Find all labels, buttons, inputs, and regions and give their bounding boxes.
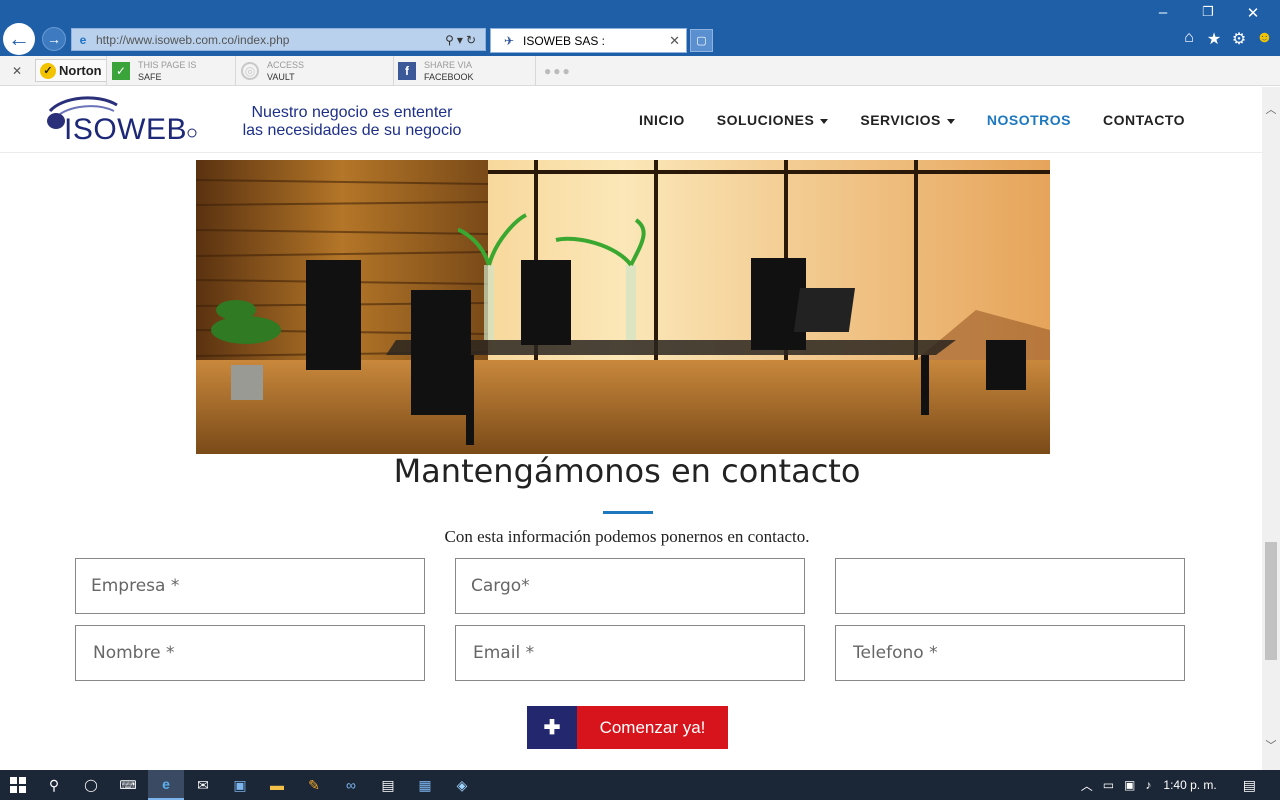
tab-close-icon[interactable]: ✕ [669, 33, 680, 49]
contact-subtitle: Con esta información podemos ponernos en… [444, 527, 810, 546]
email-field[interactable] [455, 625, 805, 681]
toolbar-divider [235, 56, 236, 86]
menu-item-servicios[interactable]: SERVICIOS [860, 112, 955, 128]
app-icon[interactable]: ▣ [222, 770, 258, 800]
close-window-button[interactable]: ✕ [1238, 4, 1268, 22]
favorites-star-icon[interactable]: ★ [1206, 29, 1222, 49]
toolbar-more-icon[interactable]: ●●● [544, 64, 572, 78]
new-tab-button[interactable]: ▢ [690, 29, 713, 52]
tray-chevron-icon[interactable]: ︿ [1081, 777, 1093, 794]
page-scrollbar[interactable]: ︿ ﹀ [1262, 87, 1280, 770]
menu-item-contacto[interactable]: CONTACTO [1103, 112, 1185, 128]
chevron-down-icon [946, 118, 955, 124]
notifications-icon[interactable]: ▤ [1243, 777, 1256, 794]
menu-item-nosotros[interactable]: NOSOTROS [987, 112, 1071, 128]
restore-button[interactable]: ❐ [1193, 4, 1223, 20]
vault-icon: ◎ [241, 62, 259, 80]
cargo-field[interactable] [455, 558, 805, 614]
forward-button[interactable]: → [42, 27, 66, 51]
home-icon[interactable]: ⌂ [1181, 29, 1197, 49]
link-icon[interactable]: ∞ [333, 770, 369, 800]
site-header: ISOWEB Nuestro negocio es ententer las n… [0, 87, 1262, 153]
mail-icon[interactable]: ✉ [185, 770, 221, 800]
ie-favicon-icon: e [79, 32, 87, 47]
office-illustration [196, 160, 1050, 454]
scroll-up-icon[interactable]: ︿ [1262, 101, 1280, 117]
toolbar-divider [393, 56, 394, 86]
cortana-icon[interactable]: ◯ [73, 770, 109, 800]
menu-item-inicio[interactable]: INICIO [639, 112, 685, 128]
site-tagline: Nuestro negocio es ententer las necesida… [232, 104, 472, 140]
facebook-line2: FACEBOOK [424, 72, 474, 82]
menu-item-soluciones[interactable]: SOLUCIONES [717, 112, 829, 128]
tagline-line1: Nuestro negocio es ententer [251, 104, 453, 121]
vault-line1: ACCESS [267, 60, 305, 70]
norton-button[interactable]: ✓ Norton [35, 59, 107, 82]
share-facebook-item[interactable]: f SHARE VIA FACEBOOK [398, 58, 474, 84]
contact-title: Mantengámonos en contacto [393, 452, 861, 490]
chevron-down-icon [820, 118, 829, 124]
norton-check-icon: ✓ [40, 62, 56, 79]
address-url[interactable]: http://www.isoweb.com.co/index.php [96, 33, 445, 47]
tab-favicon-icon: ✈ [503, 33, 515, 48]
telefono-field[interactable] [835, 625, 1185, 681]
safe-line2: SAFE [138, 72, 162, 82]
scroll-down-icon[interactable]: ﹀ [1262, 737, 1280, 753]
plus-icon: ✚ [527, 706, 577, 749]
back-button[interactable]: ← [3, 23, 35, 55]
tagline-line2: las necesidades de su negocio [242, 122, 462, 139]
page-viewport: ISOWEB Nuestro negocio es ententer las n… [0, 87, 1262, 770]
norton-toolbar: ✕ ✓ Norton ✓ THIS PAGE IS SAFE ◎ ACCESS … [0, 56, 1280, 86]
extra-field[interactable] [835, 558, 1185, 614]
search-icon[interactable]: ⚲ [36, 770, 72, 800]
tab-title: ISOWEB SAS : [523, 33, 606, 48]
system-tray: ︿ ▭ ▣ ♪ 1:40 p. m. ▤ [1071, 770, 1280, 800]
norton-label: Norton [59, 63, 102, 78]
main-menu: INICIO SOLUCIONES SERVICIOS NOSOTROS CON… [639, 112, 1217, 128]
battery-icon[interactable]: ▭ [1103, 778, 1114, 792]
title-divider [603, 511, 653, 514]
comenzar-button[interactable]: ✚ Comenzar ya! [527, 706, 728, 749]
green-check-icon: ✓ [112, 62, 130, 80]
volume-icon[interactable]: ♪ [1145, 778, 1151, 792]
tools-gear-icon[interactable]: ⚙ [1231, 29, 1247, 49]
empresa-field[interactable] [75, 558, 425, 614]
browser-right-icons: ⌂ ★ ⚙ ☻ [1181, 29, 1273, 49]
app-icon[interactable]: ▦ [407, 770, 443, 800]
keyboard-icon[interactable]: ⌨ [110, 770, 146, 800]
hero-office-image [196, 160, 1050, 454]
address-bar[interactable]: e http://www.isoweb.com.co/index.php ⚲▾↻ [71, 28, 486, 51]
network-icon[interactable]: ▣ [1124, 778, 1135, 792]
isoweb-logo-graphic: ISOWEB [47, 96, 197, 146]
facebook-line1: SHARE VIA [424, 60, 473, 70]
comenzar-label: Comenzar ya! [577, 706, 728, 749]
nombre-field[interactable] [75, 625, 425, 681]
toolbar-close-icon[interactable]: ✕ [12, 64, 22, 78]
tab-isoweb[interactable]: ✈ ISOWEB SAS : ✕ [490, 28, 687, 53]
scroll-thumb[interactable] [1265, 542, 1277, 660]
vault-line2: VAULT [267, 72, 295, 82]
internet-explorer-icon[interactable]: e [148, 770, 184, 800]
toolbar-divider [106, 56, 107, 86]
clock[interactable]: 1:40 p. m. [1163, 778, 1216, 792]
access-vault-item[interactable]: ◎ ACCESS VAULT [241, 58, 304, 84]
facebook-icon: f [398, 62, 416, 80]
file-explorer-icon[interactable]: ▬ [259, 770, 295, 800]
start-icon[interactable] [0, 770, 36, 800]
toolbar-divider [535, 56, 536, 86]
search-refresh-icons[interactable]: ⚲▾↻ [445, 33, 479, 47]
svg-text:ISOWEB: ISOWEB [64, 113, 187, 146]
isoweb-logo[interactable]: ISOWEB [42, 95, 202, 149]
safe-line1: THIS PAGE IS [138, 60, 197, 70]
windows-taskbar: ⚲ ◯ ⌨ e ✉ ▣ ▬ ✎ ∞ ▤ ▦ ◈ ︿ ▭ ▣ ♪ 1:40 p. … [0, 770, 1280, 800]
feedback-smiley-icon[interactable]: ☻ [1256, 29, 1273, 49]
app-icon[interactable]: ◈ [444, 770, 480, 800]
safe-page-item[interactable]: ✓ THIS PAGE IS SAFE [112, 58, 196, 84]
app-icon[interactable]: ▤ [370, 770, 406, 800]
minimize-button[interactable]: ‒ [1148, 4, 1178, 21]
app-icon[interactable]: ✎ [296, 770, 332, 800]
browser-title-bar: ‒ ❐ ✕ ← → e http://www.isoweb.com.co/ind… [0, 0, 1280, 56]
